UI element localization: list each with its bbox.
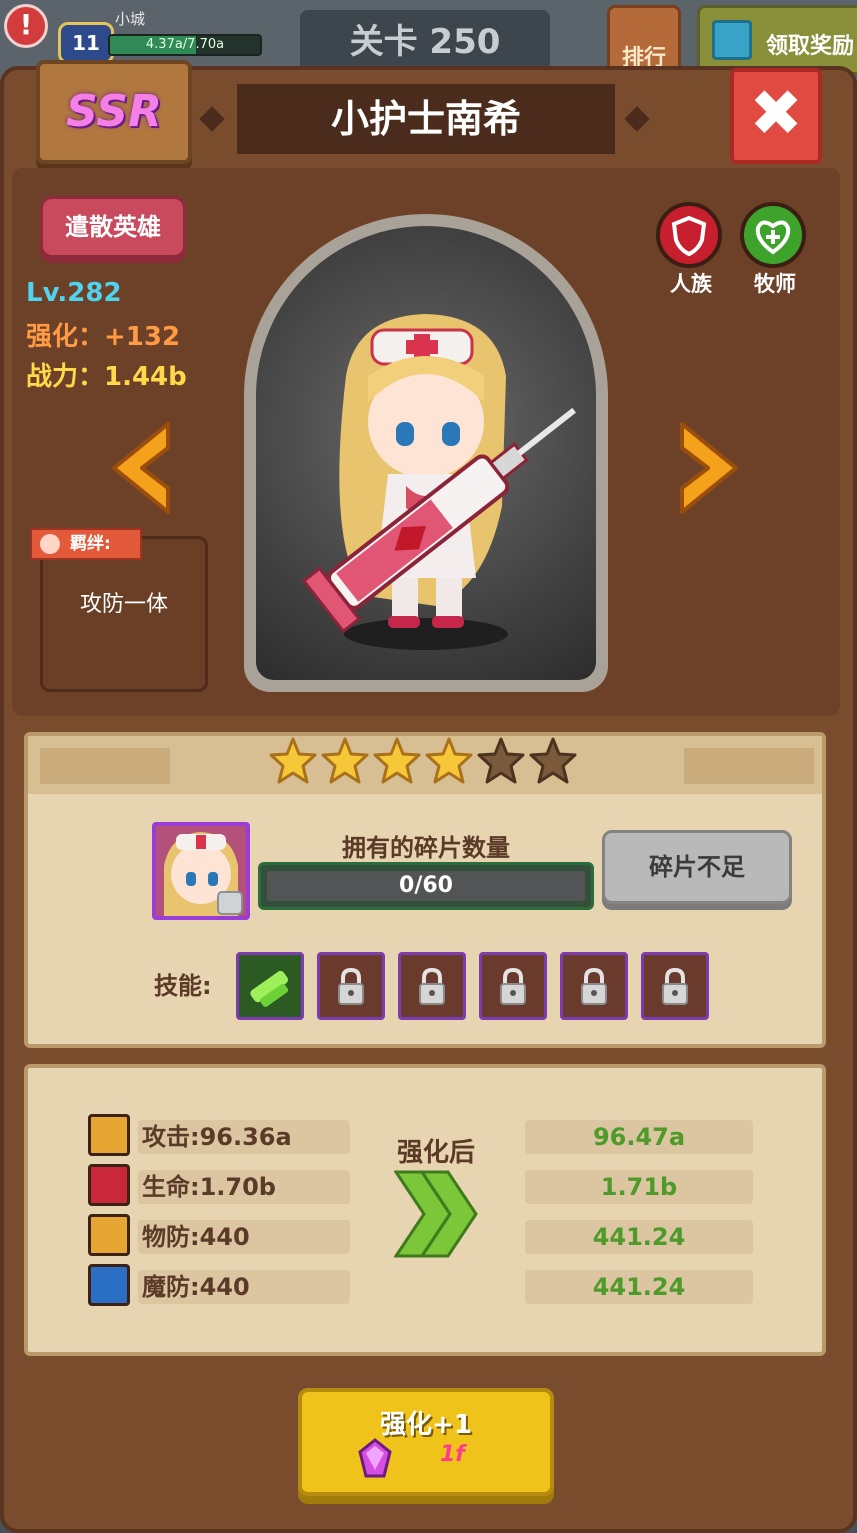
syringe-skill-icon bbox=[250, 970, 289, 1007]
star-empty-icon bbox=[529, 737, 577, 784]
stat-after: 1.71b bbox=[525, 1170, 753, 1204]
hero-name: 小护士南希 bbox=[237, 84, 615, 154]
star-filled-icon bbox=[373, 737, 421, 784]
star-filled-icon bbox=[321, 737, 369, 784]
star-empty-icon bbox=[477, 737, 525, 784]
heart-icon bbox=[88, 1164, 130, 1206]
star-filled-icon bbox=[269, 737, 317, 784]
star-rating bbox=[268, 736, 578, 794]
nurse-hero-illustration bbox=[301, 314, 576, 650]
next-hero-arrow-icon[interactable] bbox=[674, 418, 744, 518]
reward-label: 领取奖励 bbox=[766, 34, 855, 59]
class-heart-shape bbox=[755, 220, 791, 255]
dismiss-hero-button[interactable]: 遣散英雄 bbox=[40, 196, 186, 258]
rarity-badge: SSR bbox=[36, 60, 192, 164]
class-label: 牧师 bbox=[754, 272, 796, 296]
skill-slot[interactable] bbox=[398, 952, 466, 1020]
sword-icon bbox=[88, 1114, 130, 1156]
stat-current: 魔防:440 bbox=[138, 1270, 350, 1304]
rank-button[interactable]: 排行 bbox=[607, 5, 681, 75]
double-chevron-icon bbox=[394, 1170, 478, 1258]
town-name: 小城 bbox=[115, 10, 146, 28]
stat-current: 攻击:96.36a bbox=[138, 1120, 350, 1154]
exp-bar: 4.37a/7.70a bbox=[108, 34, 262, 56]
stat-current: 物防:440 bbox=[138, 1220, 350, 1254]
close-button[interactable]: ✖ bbox=[730, 68, 822, 164]
gem-icon bbox=[358, 1438, 392, 1478]
hero-fragment-art bbox=[164, 832, 243, 916]
hero-level: Lv.282 bbox=[26, 278, 122, 308]
fragment-progress-track: 0/60 bbox=[267, 871, 585, 901]
stat-after: 96.47a bbox=[525, 1120, 753, 1154]
skill-slot[interactable] bbox=[317, 952, 385, 1020]
lock-icon bbox=[419, 967, 445, 1005]
magic-shield-icon bbox=[88, 1264, 130, 1306]
lock-icon bbox=[662, 967, 688, 1005]
skill-slot[interactable] bbox=[236, 952, 304, 1020]
band-ornament-right bbox=[684, 748, 814, 784]
alert-icon[interactable]: ! bbox=[4, 4, 48, 48]
shield-icon bbox=[88, 1214, 130, 1256]
skills-label: 技能: bbox=[154, 972, 212, 1000]
enhance-cost: 1f bbox=[440, 1442, 465, 1467]
band-ornament-left bbox=[40, 748, 170, 784]
prev-hero-arrow-icon[interactable] bbox=[106, 418, 176, 518]
enhance-label: 强化+1 bbox=[380, 1410, 472, 1440]
lock-icon bbox=[500, 967, 526, 1005]
after-enhance-label: 强化后 bbox=[396, 1138, 475, 1168]
stat-after: 441.24 bbox=[525, 1220, 753, 1254]
skill-slot[interactable] bbox=[641, 952, 709, 1020]
reward-button[interactable]: 领取奖励 bbox=[697, 5, 857, 75]
rarity-label: SSR bbox=[66, 86, 162, 137]
race-shield-shape bbox=[671, 215, 707, 257]
gift-icon bbox=[712, 20, 752, 60]
class-heal-icon[interactable] bbox=[740, 202, 806, 268]
bond-people-icon bbox=[40, 534, 60, 554]
bond-name: 攻防一体 bbox=[79, 592, 168, 617]
hero-portrait bbox=[256, 226, 596, 680]
race-shield-icon[interactable] bbox=[656, 202, 722, 268]
hero-portrait-frame bbox=[244, 214, 608, 692]
exp-text: 4.37a/7.70a bbox=[145, 37, 225, 52]
lock-icon bbox=[581, 967, 607, 1005]
lock-icon bbox=[338, 967, 364, 1005]
hero-power: 战力：1.44b bbox=[26, 362, 187, 392]
race-label: 人族 bbox=[670, 272, 712, 296]
bond-tag-label: 羁绊: bbox=[70, 534, 111, 554]
enhance-button[interactable]: 强化+1 1f bbox=[298, 1388, 554, 1496]
skill-slot[interactable] bbox=[560, 952, 628, 1020]
fragment-count: 0/60 bbox=[399, 873, 453, 898]
fragment-title: 拥有的碎片数量 bbox=[342, 834, 510, 862]
fragment-progress-bar: 0/60 bbox=[258, 862, 594, 910]
hero-fragment-thumbnail[interactable] bbox=[152, 822, 250, 920]
stat-after: 441.24 bbox=[525, 1270, 753, 1304]
stat-current: 生命:1.70b bbox=[138, 1170, 350, 1204]
player-level-badge: 11 bbox=[58, 22, 114, 64]
bond-tag: 羁绊: bbox=[30, 528, 142, 560]
skill-slot[interactable] bbox=[479, 952, 547, 1020]
stage-label: 关卡 250 bbox=[300, 10, 550, 74]
hero-enhance: 强化：+132 bbox=[26, 322, 181, 352]
star-filled-icon bbox=[425, 737, 473, 784]
insufficient-fragments-button[interactable]: 碎片不足 bbox=[602, 830, 792, 904]
